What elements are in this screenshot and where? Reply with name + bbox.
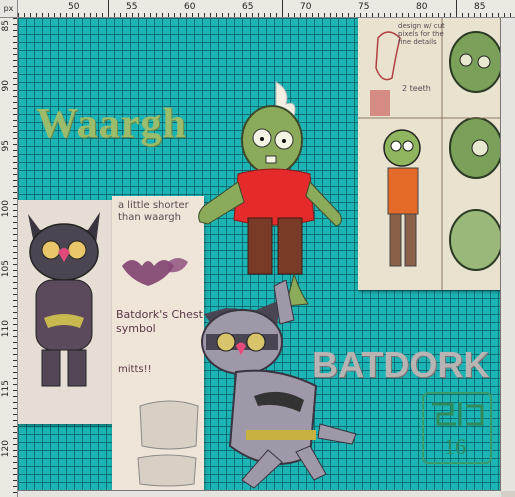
teeth-note-text: 2 teeth [402, 84, 431, 93]
horizontal-scrollbar[interactable] [18, 491, 501, 497]
scrapbook-canvas[interactable]: design w/ cut pixels for the fine detail… [18, 18, 501, 491]
design-note-text: design w/ cut pixels for the fine detail… [398, 22, 445, 46]
ruler-top[interactable]: 50 55 60 65 70 75 80 85 [18, 0, 515, 18]
stamp-glyph-icon [432, 402, 484, 426]
ruler-left-label: 85 [1, 20, 11, 32]
ruler-left-label: 120 [1, 440, 11, 458]
ruler-top-label: 50 [68, 2, 80, 12]
ruler-left-label: 95 [1, 140, 11, 152]
scrapbook-editor-window: px 50 55 60 65 70 75 80 85 85 90 95 100 … [0, 0, 515, 497]
stamp-number: 16 [444, 434, 466, 459]
ruler-left-label: 100 [1, 200, 11, 218]
ruler-top-label: 60 [184, 2, 196, 12]
ruler-left-label: 105 [1, 260, 11, 278]
vertical-scrollbar[interactable] [501, 18, 515, 491]
chest-symbol-sketch-icon [122, 258, 199, 487]
ruler-left[interactable]: 85 90 95 100 105 110 115 120 [0, 18, 18, 497]
ruler-top-label: 80 [416, 2, 428, 12]
ruler-left-label: 90 [1, 80, 11, 92]
ruler-top-label: 70 [300, 2, 312, 12]
chest-note-text: Batdork's Chest symbol [116, 308, 203, 335]
ruler-top-label: 55 [126, 2, 138, 12]
batdork-title: BATDORK [312, 344, 490, 385]
batdork-sketch-icon [28, 212, 100, 387]
waargh-sketches-icon [358, 18, 500, 290]
mitts-note-text: mitts!! [118, 364, 152, 375]
waargh-title: Waargh [36, 101, 187, 147]
ruler-top-ticks [18, 0, 511, 17]
ruler-unit-corner: px [0, 0, 18, 18]
zombie-character-icon [198, 81, 342, 307]
ruler-top-label: 85 [474, 2, 486, 12]
ruler-left-label: 110 [1, 320, 11, 338]
ruler-top-label: 75 [358, 2, 370, 12]
ruler-left-label: 115 [1, 380, 11, 398]
sketch-photo-notes[interactable]: a little shorter than waargh Batdork's C… [112, 196, 204, 490]
ruler-top-label: 65 [242, 2, 254, 12]
sketch-photo-waargh-heads[interactable]: design w/ cut pixels for the fine detail… [358, 18, 500, 290]
zombie-character[interactable] [194, 78, 354, 308]
page-number-stamp: 16 [422, 392, 492, 464]
sketch-photo-batdork-original[interactable] [18, 200, 112, 424]
